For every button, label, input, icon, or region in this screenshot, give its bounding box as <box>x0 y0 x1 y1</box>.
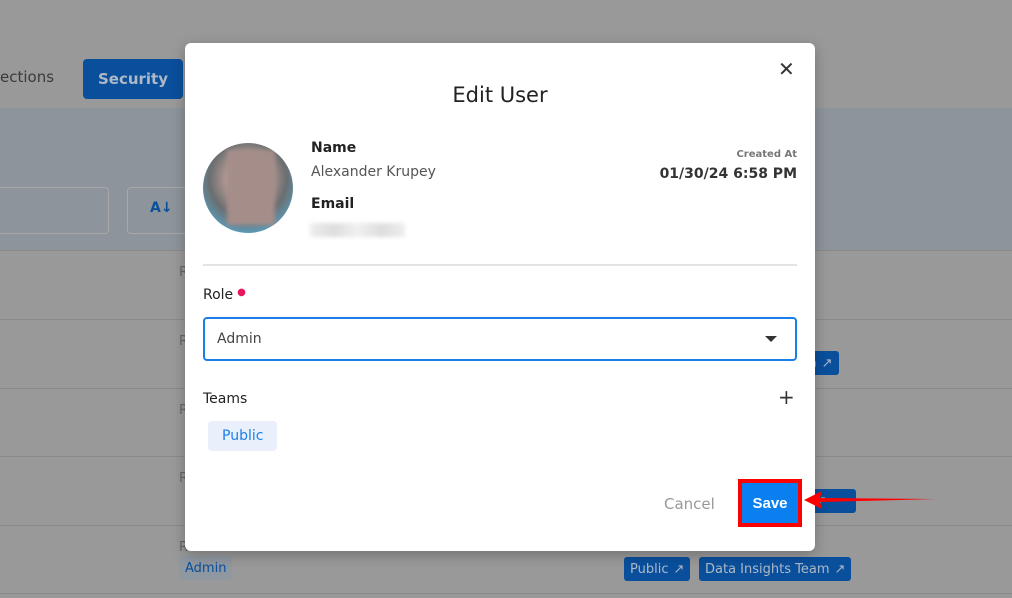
email-label: Email <box>311 196 355 212</box>
external-link-icon: ↗ <box>834 561 846 577</box>
role-field-label: Role ● <box>203 287 246 303</box>
sort-az-icon: A↓ <box>150 200 173 216</box>
user-name: Alexander Krupey <box>311 164 436 180</box>
role-badge: Admin <box>179 556 233 580</box>
external-link-icon: ↗ <box>821 355 833 371</box>
tab-connections[interactable]: ections <box>0 68 54 86</box>
name-label: Name <box>311 140 357 156</box>
required-indicator: ● <box>237 287 246 298</box>
created-at-label: Created At <box>736 149 797 160</box>
external-link-icon: ↗ <box>673 561 685 577</box>
team-chip[interactable]: Public ↗ <box>624 557 691 581</box>
cancel-button[interactable]: Cancel <box>664 495 715 513</box>
teams-label: Teams <box>203 391 248 407</box>
modal-title: Edit User <box>452 83 548 107</box>
team-tag[interactable]: Public <box>208 421 278 451</box>
save-highlight: Save <box>738 479 802 527</box>
team-chip-label: Data Insights Team <box>705 561 830 577</box>
caret-down-icon <box>765 336 777 342</box>
tab-security[interactable]: Security <box>83 59 183 99</box>
team-chip-label: Public <box>630 561 669 577</box>
email-redacted <box>310 223 405 237</box>
role-select[interactable]: Admin <box>203 317 797 361</box>
avatar <box>203 143 293 233</box>
created-at-value: 01/30/24 6:58 PM <box>659 166 797 182</box>
annotation-arrow <box>804 491 936 509</box>
row-divider <box>0 593 1012 594</box>
edit-user-modal: Edit User ✕ Name Alexander Krupey Email … <box>185 43 815 551</box>
team-chip[interactable]: Data Insights Team ↗ <box>699 557 852 581</box>
role-select-value: Admin <box>217 331 262 347</box>
add-team-icon[interactable]: + <box>778 385 795 409</box>
search-input[interactable] <box>0 187 109 234</box>
save-button[interactable]: Save <box>742 483 798 523</box>
divider <box>203 264 797 266</box>
close-icon[interactable]: ✕ <box>778 57 795 81</box>
